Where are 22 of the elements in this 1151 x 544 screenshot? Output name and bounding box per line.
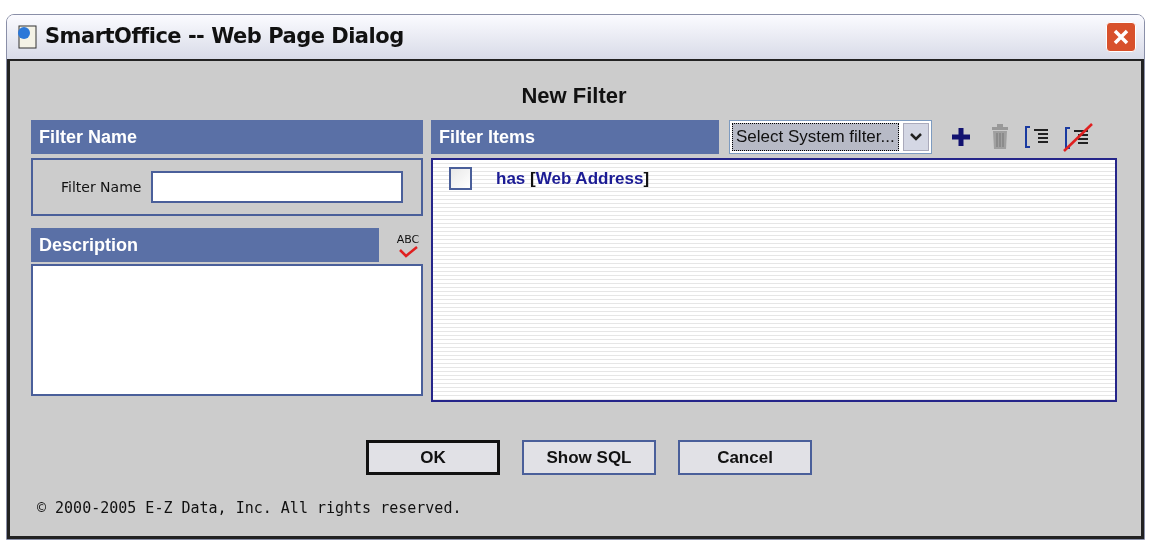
window-title: SmartOffice -- Web Page Dialog: [45, 23, 404, 51]
filter-name-field[interactable]: [151, 171, 404, 203]
clear-list-icon[interactable]: [1061, 122, 1094, 152]
dialog-heading: New Filter: [520, 82, 628, 110]
system-filter-dropdown[interactable]: Select System filter...: [729, 120, 932, 154]
section-header: Filter Items: [431, 120, 719, 154]
filter-condition[interactable]: has [Web Address]: [496, 166, 650, 192]
description-field[interactable]: [31, 264, 423, 396]
browser-page-icon: [15, 24, 39, 50]
add-icon[interactable]: [949, 126, 972, 148]
section-header: Description: [31, 228, 379, 262]
field-label: Filter Name: [61, 177, 142, 197]
chevron-down-icon: [908, 132, 923, 142]
dialog-button[interactable]: Show SQL: [522, 440, 656, 475]
close-icon: [1111, 27, 1131, 47]
list-icon[interactable]: [1023, 125, 1050, 149]
dialog-button[interactable]: Cancel: [678, 440, 812, 475]
section-header: Filter Name: [31, 120, 423, 154]
dialog-button[interactable]: OK: [366, 440, 500, 475]
copyright-text: © 2000-2005 E-Z Data, Inc. All rights reserved.: [36, 498, 463, 519]
checkbox[interactable]: [449, 167, 472, 191]
close-button[interactable]: [1106, 22, 1136, 52]
